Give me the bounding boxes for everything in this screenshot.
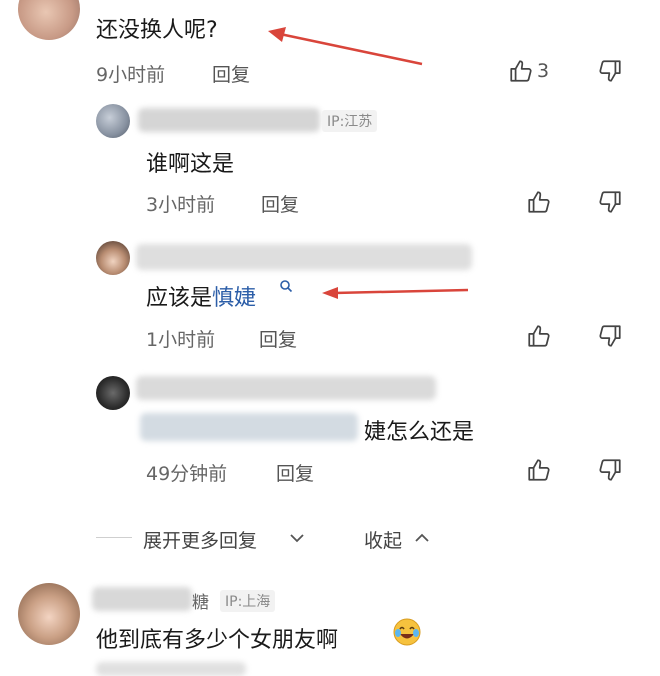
crying-laugh-emoji-icon [393, 618, 421, 646]
reply-button[interactable]: 回复 [212, 60, 250, 87]
expand-more-label: 展开更多回复 [143, 530, 258, 552]
chevron-up-icon[interactable] [412, 528, 432, 548]
blurred-username [136, 376, 436, 400]
blurred-username [138, 108, 320, 132]
like-count: 3 [537, 60, 550, 82]
thumb-up-icon[interactable] [526, 323, 552, 349]
reply-button[interactable]: 回复 [261, 190, 299, 217]
collapse-replies-button[interactable]: 收起 [364, 526, 402, 553]
blurred-username [92, 587, 192, 611]
avatar[interactable] [18, 0, 80, 40]
avatar[interactable] [96, 104, 130, 138]
divider [96, 537, 132, 538]
comment-text: 还没换人呢? [96, 18, 218, 43]
red-arrow-annotation [268, 27, 423, 66]
comment-time: 1小时前 [146, 329, 216, 351]
blurred-mention [140, 413, 358, 441]
expand-more-replies-button[interactable]: 展开更多回复 [143, 526, 257, 553]
thumb-down-icon[interactable] [597, 323, 623, 349]
thumb-down-icon[interactable] [597, 189, 623, 215]
comment-time: 3小时前 [146, 194, 216, 216]
comment-text: 婕怎么还是 [364, 420, 475, 445]
reply-button[interactable]: 回复 [259, 325, 297, 352]
comment-text: 谁啊这是 [146, 152, 235, 177]
comment-time: 9小时前 [96, 64, 166, 86]
thumb-up-icon[interactable] [526, 457, 552, 483]
red-arrow-annotation [322, 287, 469, 299]
comment-time: 49分钟前 [146, 463, 228, 485]
avatar[interactable] [96, 241, 130, 275]
search-icon[interactable] [279, 279, 293, 293]
avatar[interactable] [96, 376, 130, 410]
ip-location: IP:江苏 [322, 110, 378, 132]
username-tail: 糖 [192, 593, 209, 613]
thumb-up-icon[interactable] [526, 189, 552, 215]
reply-button[interactable]: 回复 [276, 459, 314, 486]
comment-text-prefix: 应该是 [146, 286, 213, 311]
ip-location: IP:上海 [220, 590, 276, 612]
thumb-down-icon[interactable] [597, 457, 623, 483]
comment-text: 他到底有多少个女朋友啊 [96, 628, 339, 653]
thumb-down-icon[interactable] [597, 58, 623, 84]
avatar[interactable] [18, 583, 80, 645]
blurred-username [136, 244, 472, 270]
mention-link[interactable]: 慎婕 [212, 286, 256, 311]
collapse-label: 收起 [364, 530, 403, 552]
comment-text: 应该是慎婕 [146, 280, 256, 312]
blurred-next-row [96, 662, 246, 676]
thumb-up-icon[interactable] [508, 58, 534, 84]
chevron-down-icon[interactable] [287, 528, 307, 548]
